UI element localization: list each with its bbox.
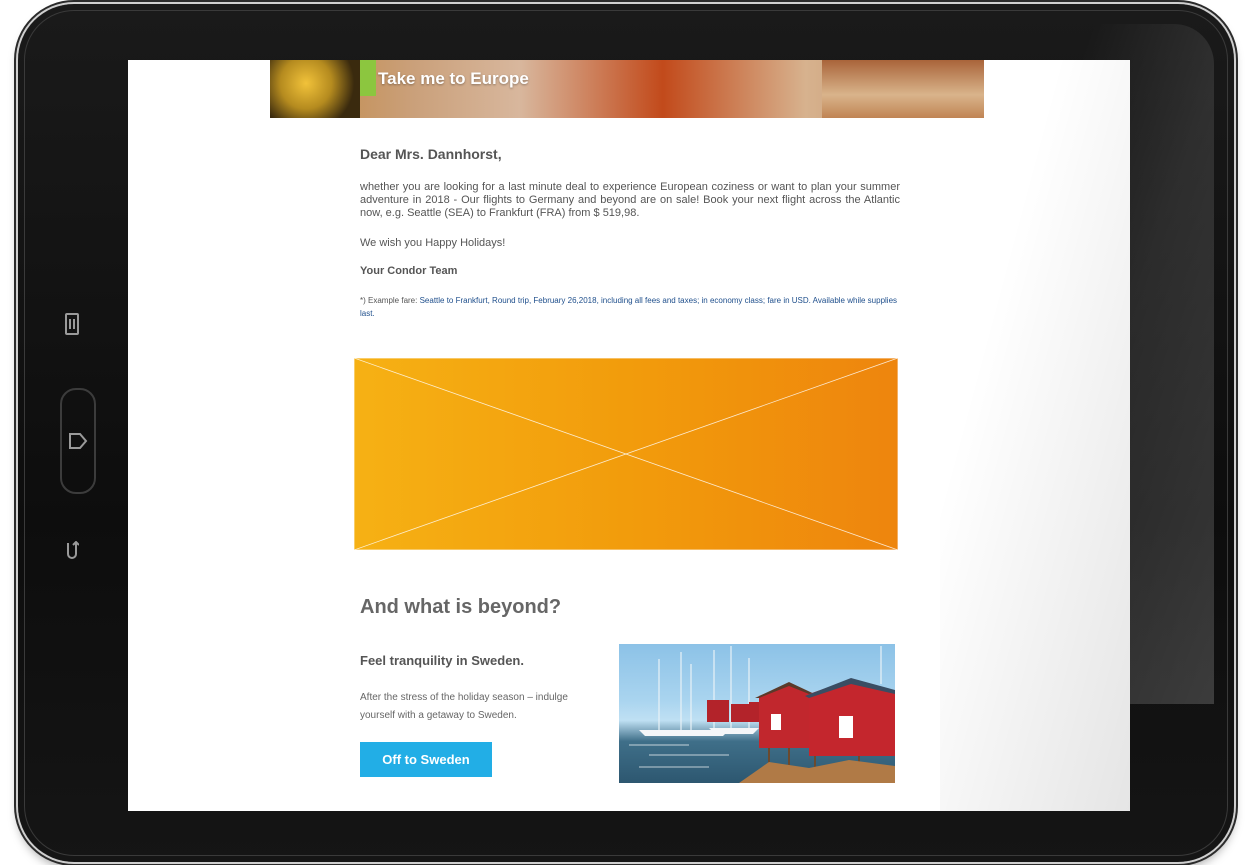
banner-star-image	[270, 60, 360, 118]
back-icon[interactable]	[60, 538, 84, 564]
section-title: And what is beyond?	[360, 596, 562, 618]
home-button[interactable]	[60, 388, 96, 494]
sweden-harbor-illustration	[629, 646, 895, 783]
banner-accent-bar	[360, 60, 376, 96]
header-banner: Take me to Europe	[270, 60, 984, 118]
footnote: *) Example fare: Seattle to Frankfurt, R…	[360, 294, 900, 320]
sweden-description: After the stress of the holiday season –…	[360, 692, 568, 721]
promo-image-placeholder[interactable]	[354, 358, 898, 550]
footnote-prefix: *) Example fare:	[360, 296, 420, 305]
sweden-harbor-image[interactable]	[619, 644, 895, 783]
off-to-sweden-button[interactable]: Off to Sweden	[360, 742, 492, 777]
greeting: Dear Mrs. Dannhorst,	[360, 146, 502, 162]
recent-apps-icon[interactable]	[60, 310, 84, 338]
banner-right-image	[822, 60, 984, 118]
email-screen[interactable]: Take me to Europe Dear Mrs. Dannhorst, w…	[128, 60, 1130, 811]
wish-text: We wish you Happy Holidays!	[360, 237, 506, 249]
screen-reflection	[940, 60, 1130, 811]
footnote-fare-link[interactable]: Seattle to Frankfurt, Round trip, Februa…	[360, 296, 897, 318]
body-text: whether you are looking for a last minut…	[360, 181, 900, 219]
placeholder-cross-icon	[354, 358, 898, 550]
home-icon	[69, 433, 88, 449]
banner-title: Take me to Europe	[378, 69, 529, 88]
sweden-subtitle: Feel tranquility in Sweden.	[360, 653, 524, 668]
signoff: Your Condor Team	[360, 265, 458, 277]
